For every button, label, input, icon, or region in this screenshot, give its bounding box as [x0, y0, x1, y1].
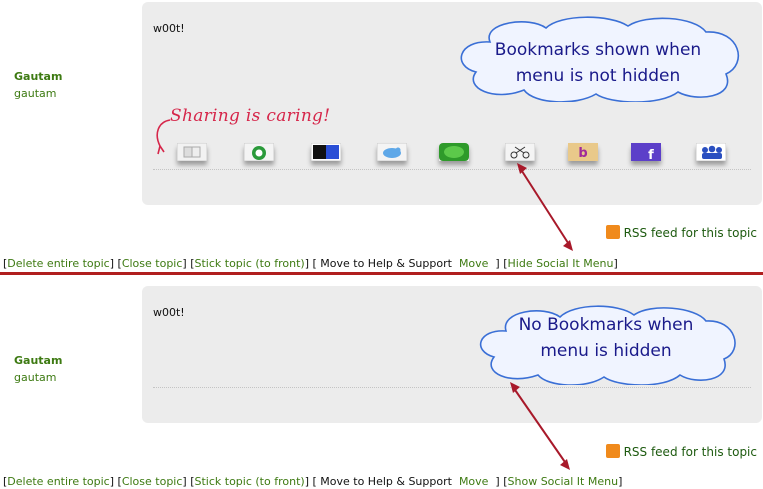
- rss-feed-link[interactable]: RSS feed for this topic: [605, 444, 757, 459]
- callout-bookmarks-shown: Bookmarks shown when menu is not hidden: [450, 12, 746, 102]
- close-topic-link[interactable]: Close topic: [122, 257, 183, 270]
- post-divider: [153, 387, 751, 388]
- author-username: gautam: [14, 87, 57, 100]
- facebook-icon[interactable]: f: [631, 143, 661, 161]
- scissors-icon[interactable]: [505, 143, 535, 161]
- show-social-menu-link[interactable]: Show Social It Menu: [508, 475, 619, 488]
- delete-topic-link[interactable]: Delete entire topic: [7, 257, 109, 270]
- red-double-arrow: [510, 382, 570, 470]
- stick-topic-link[interactable]: Stick topic (to front): [195, 257, 305, 270]
- stick-topic-link[interactable]: Stick topic (to front): [195, 475, 305, 488]
- post-author: Gautam gautam: [14, 354, 62, 384]
- callout-line-1: No Bookmarks when: [518, 315, 694, 335]
- svg-text:f: f: [648, 148, 654, 161]
- move-topic-link[interactable]: Move: [459, 475, 489, 488]
- delete-topic-link[interactable]: Delete entire topic: [7, 475, 109, 488]
- rss-feed-link[interactable]: RSS feed for this topic: [605, 225, 757, 240]
- move-topic-link[interactable]: Move: [459, 257, 489, 270]
- callout-line-2: menu is not hidden: [515, 66, 681, 86]
- delicious-icon[interactable]: [177, 143, 207, 161]
- delicious-blue-icon[interactable]: [311, 143, 341, 161]
- author-display-name[interactable]: Gautam: [14, 70, 62, 83]
- post-text: w00t!: [153, 306, 185, 319]
- move-topic-label: Move to Help & Support: [320, 475, 452, 488]
- svg-text:b: b: [578, 146, 587, 161]
- topic-panel-menu-shown: Gautam gautam w00t! b f Sharing is carin…: [0, 0, 763, 276]
- sharing-is-caring-label: Sharing is caring!: [170, 106, 331, 126]
- callout-line-2: menu is hidden: [540, 341, 672, 361]
- topic-panel-menu-hidden: Gautam gautam w00t! No Bookmarks when me…: [0, 279, 763, 489]
- myspace-icon[interactable]: [696, 143, 726, 161]
- topic-actions-bar: [Delete entire topic] [Close topic] [Sti…: [3, 475, 623, 488]
- rss-feed-label[interactable]: RSS feed for this topic: [624, 445, 757, 459]
- callout-no-bookmarks: No Bookmarks when menu is hidden: [470, 303, 742, 385]
- red-double-arrow: [517, 163, 573, 251]
- hide-social-menu-link[interactable]: Hide Social It Menu: [508, 257, 614, 270]
- rss-icon: [605, 444, 620, 458]
- move-topic-label: Move to Help & Support: [320, 257, 452, 270]
- author-username: gautam: [14, 371, 57, 384]
- close-topic-link[interactable]: Close topic: [122, 475, 183, 488]
- stumbleupon-icon[interactable]: [244, 143, 274, 161]
- author-display-name[interactable]: Gautam: [14, 354, 62, 367]
- rss-icon: [605, 225, 620, 239]
- bebo-icon[interactable]: b: [568, 143, 598, 161]
- post-author: Gautam gautam: [14, 70, 62, 100]
- twitter-bird-icon[interactable]: [377, 143, 407, 161]
- post-divider: [153, 169, 751, 170]
- post-text: w00t!: [153, 22, 185, 35]
- callout-line-1: Bookmarks shown when: [494, 40, 702, 60]
- rss-feed-label[interactable]: RSS feed for this topic: [624, 226, 757, 240]
- section-divider: [0, 272, 763, 275]
- topic-actions-bar: [Delete entire topic] [Close topic] [Sti…: [3, 257, 618, 270]
- green-pill-icon[interactable]: [439, 143, 469, 161]
